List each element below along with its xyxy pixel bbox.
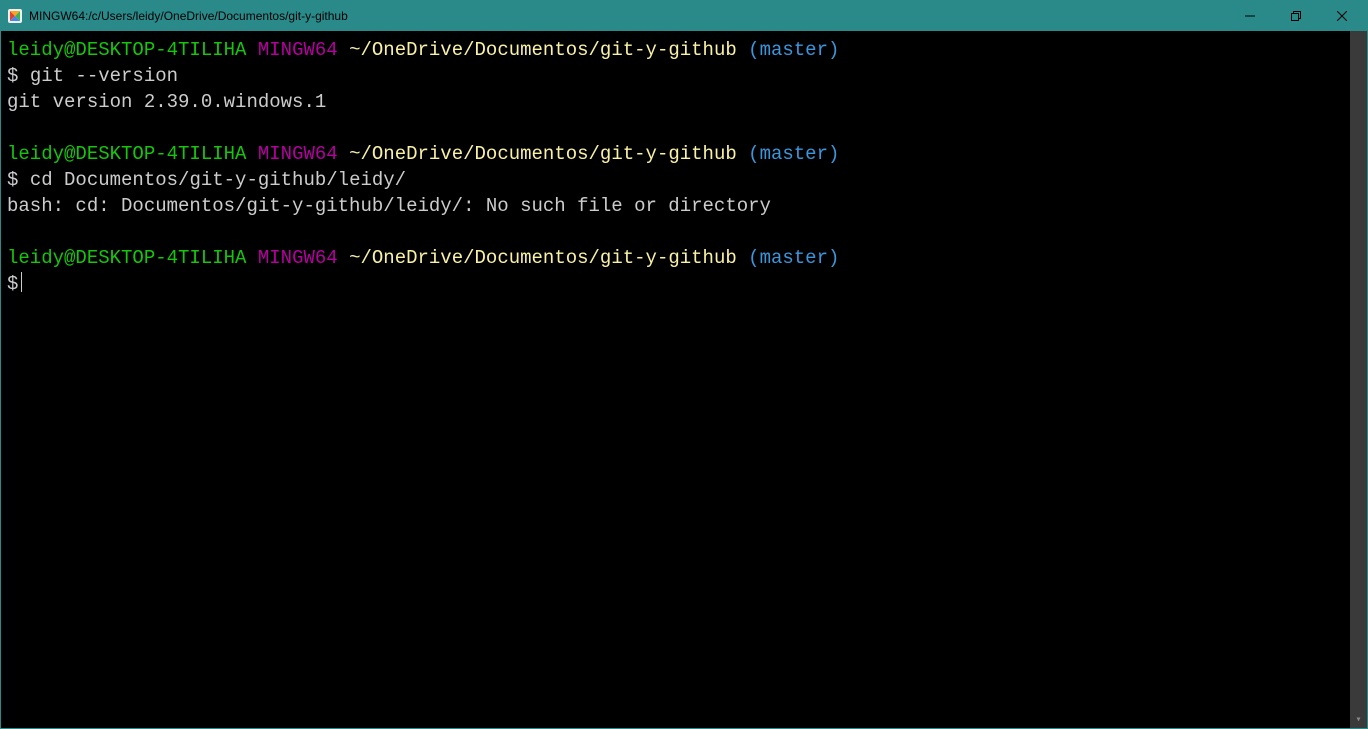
prompt-branch: (master) (748, 39, 839, 61)
prompt-line: leidy@DESKTOP-4TILIHA MINGW64 ~/OneDrive… (7, 37, 1344, 63)
prompt-path: ~/OneDrive/Documentos/git-y-github (349, 247, 737, 269)
prompt-user-host: leidy@DESKTOP-4TILIHA (7, 39, 246, 61)
prompt-symbol: $ (7, 273, 18, 295)
scroll-thumb[interactable] (1350, 31, 1367, 728)
terminal-window: MINGW64:/c/Users/leidy/OneDrive/Document… (0, 0, 1368, 729)
prompt-shell: MINGW64 (258, 247, 338, 269)
prompt-shell: MINGW64 (258, 143, 338, 165)
output-line: git version 2.39.0.windows.1 (7, 89, 1344, 115)
prompt-shell: MINGW64 (258, 39, 338, 61)
scrollbar[interactable]: ▴ ▾ (1350, 31, 1367, 728)
command-line: $ cd Documentos/git-y-github/leidy/ (7, 167, 1344, 193)
prompt-line: leidy@DESKTOP-4TILIHA MINGW64 ~/OneDrive… (7, 245, 1344, 271)
prompt-path: ~/OneDrive/Documentos/git-y-github (349, 143, 737, 165)
prompt-line: leidy@DESKTOP-4TILIHA MINGW64 ~/OneDrive… (7, 141, 1344, 167)
scroll-down-icon[interactable]: ▾ (1350, 711, 1367, 728)
content-area: leidy@DESKTOP-4TILIHA MINGW64 ~/OneDrive… (1, 31, 1367, 728)
output-line: bash: cd: Documentos/git-y-github/leidy/… (7, 193, 1344, 219)
maximize-button[interactable] (1273, 1, 1319, 31)
prompt-branch: (master) (748, 247, 839, 269)
minimize-button[interactable] (1227, 1, 1273, 31)
prompt-user-host: leidy@DESKTOP-4TILIHA (7, 247, 246, 269)
app-icon (7, 8, 23, 24)
prompt-path: ~/OneDrive/Documentos/git-y-github (349, 39, 737, 61)
command-line: $ git --version (7, 63, 1344, 89)
command-text: git --version (30, 65, 178, 87)
window-title: MINGW64:/c/Users/leidy/OneDrive/Document… (29, 9, 348, 23)
command-line: $ (7, 271, 1344, 297)
titlebar[interactable]: MINGW64:/c/Users/leidy/OneDrive/Document… (1, 1, 1367, 31)
terminal-output[interactable]: leidy@DESKTOP-4TILIHA MINGW64 ~/OneDrive… (1, 31, 1350, 728)
close-button[interactable] (1319, 1, 1365, 31)
window-controls (1227, 1, 1365, 31)
prompt-branch: (master) (748, 143, 839, 165)
prompt-symbol: $ (7, 169, 18, 191)
cursor (21, 272, 22, 292)
prompt-user-host: leidy@DESKTOP-4TILIHA (7, 143, 246, 165)
command-text: cd Documentos/git-y-github/leidy/ (30, 169, 406, 191)
prompt-symbol: $ (7, 65, 18, 87)
